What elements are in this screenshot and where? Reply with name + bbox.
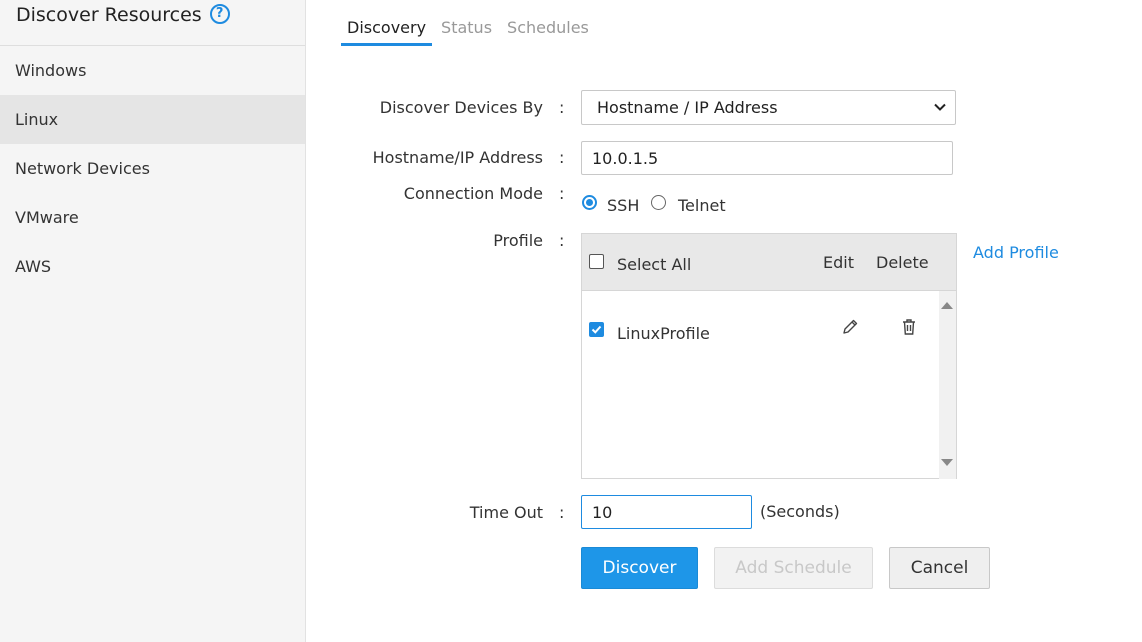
help-icon[interactable]: ? <box>209 3 230 24</box>
colon: : <box>559 231 565 250</box>
sidebar-item-label: AWS <box>15 257 52 276</box>
sidebar-item-aws[interactable]: AWS <box>0 242 305 291</box>
scroll-down-icon[interactable] <box>941 459 953 466</box>
select-all-checkbox[interactable] <box>589 254 604 269</box>
sidebar-header: Discover Resources ? <box>0 0 305 46</box>
hostname-label: Hostname/IP Address <box>372 148 543 167</box>
colon: : <box>559 184 565 203</box>
profile-table: Select All Edit Delete LinuxProfile <box>581 233 957 479</box>
discover-by-value: Hostname / IP Address <box>597 98 778 117</box>
telnet-radio[interactable] <box>651 195 666 210</box>
trash-icon[interactable] <box>901 318 917 336</box>
ssh-radio[interactable] <box>582 195 597 210</box>
profile-scrollbar[interactable] <box>939 291 956 479</box>
sidebar-item-network-devices[interactable]: Network Devices <box>0 144 305 193</box>
profile-name: LinuxProfile <box>617 324 710 343</box>
tab-status[interactable]: Status <box>435 14 498 46</box>
sidebar-item-label: VMware <box>15 208 79 227</box>
profile-table-header: Select All Edit Delete <box>582 234 956 291</box>
timeout-unit: (Seconds) <box>760 502 840 521</box>
scroll-up-icon[interactable] <box>941 302 953 309</box>
delete-column-header: Delete <box>876 253 929 272</box>
colon: : <box>559 148 565 167</box>
timeout-label: Time Out <box>469 503 543 522</box>
telnet-radio-label: Telnet <box>678 196 726 215</box>
linux-profile-checkbox[interactable] <box>589 322 604 337</box>
sidebar-item-linux[interactable]: Linux <box>0 95 305 144</box>
timeout-input[interactable]: 10 <box>581 495 752 529</box>
discover-button[interactable]: Discover <box>581 547 698 589</box>
add-schedule-button[interactable]: Add Schedule <box>714 547 873 589</box>
check-icon <box>591 325 602 334</box>
ssh-radio-label: SSH <box>607 196 640 215</box>
tab-schedules[interactable]: Schedules <box>501 14 595 46</box>
chevron-down-icon <box>934 103 946 111</box>
add-profile-link[interactable]: Add Profile <box>973 243 1059 262</box>
hostname-input[interactable]: 10.0.1.5 <box>581 141 953 175</box>
tab-discovery[interactable]: Discovery <box>341 14 433 46</box>
select-all-label: Select All <box>617 255 692 274</box>
pencil-icon[interactable] <box>841 318 859 336</box>
sidebar-item-label: Windows <box>15 61 87 80</box>
connection-mode-label: Connection Mode <box>403 184 543 203</box>
sidebar-item-label: Network Devices <box>15 159 150 178</box>
sidebar-item-windows[interactable]: Windows <box>0 46 305 95</box>
discover-by-label: Discover Devices By <box>379 98 543 117</box>
sidebar-title: Discover Resources <box>16 3 202 26</box>
edit-column-header: Edit <box>823 253 854 272</box>
colon: : <box>559 503 565 522</box>
sidebar-item-label: Linux <box>15 110 59 129</box>
sidebar-item-vmware[interactable]: VMware <box>0 193 305 242</box>
sidebar: Discover Resources ? Windows Linux Netwo… <box>0 0 306 642</box>
cancel-button[interactable]: Cancel <box>889 547 990 589</box>
tab-bar: Discovery Status Schedules <box>341 14 598 46</box>
discover-by-select[interactable]: Hostname / IP Address <box>581 90 956 125</box>
colon: : <box>559 98 565 117</box>
profile-label: Profile <box>493 231 543 250</box>
